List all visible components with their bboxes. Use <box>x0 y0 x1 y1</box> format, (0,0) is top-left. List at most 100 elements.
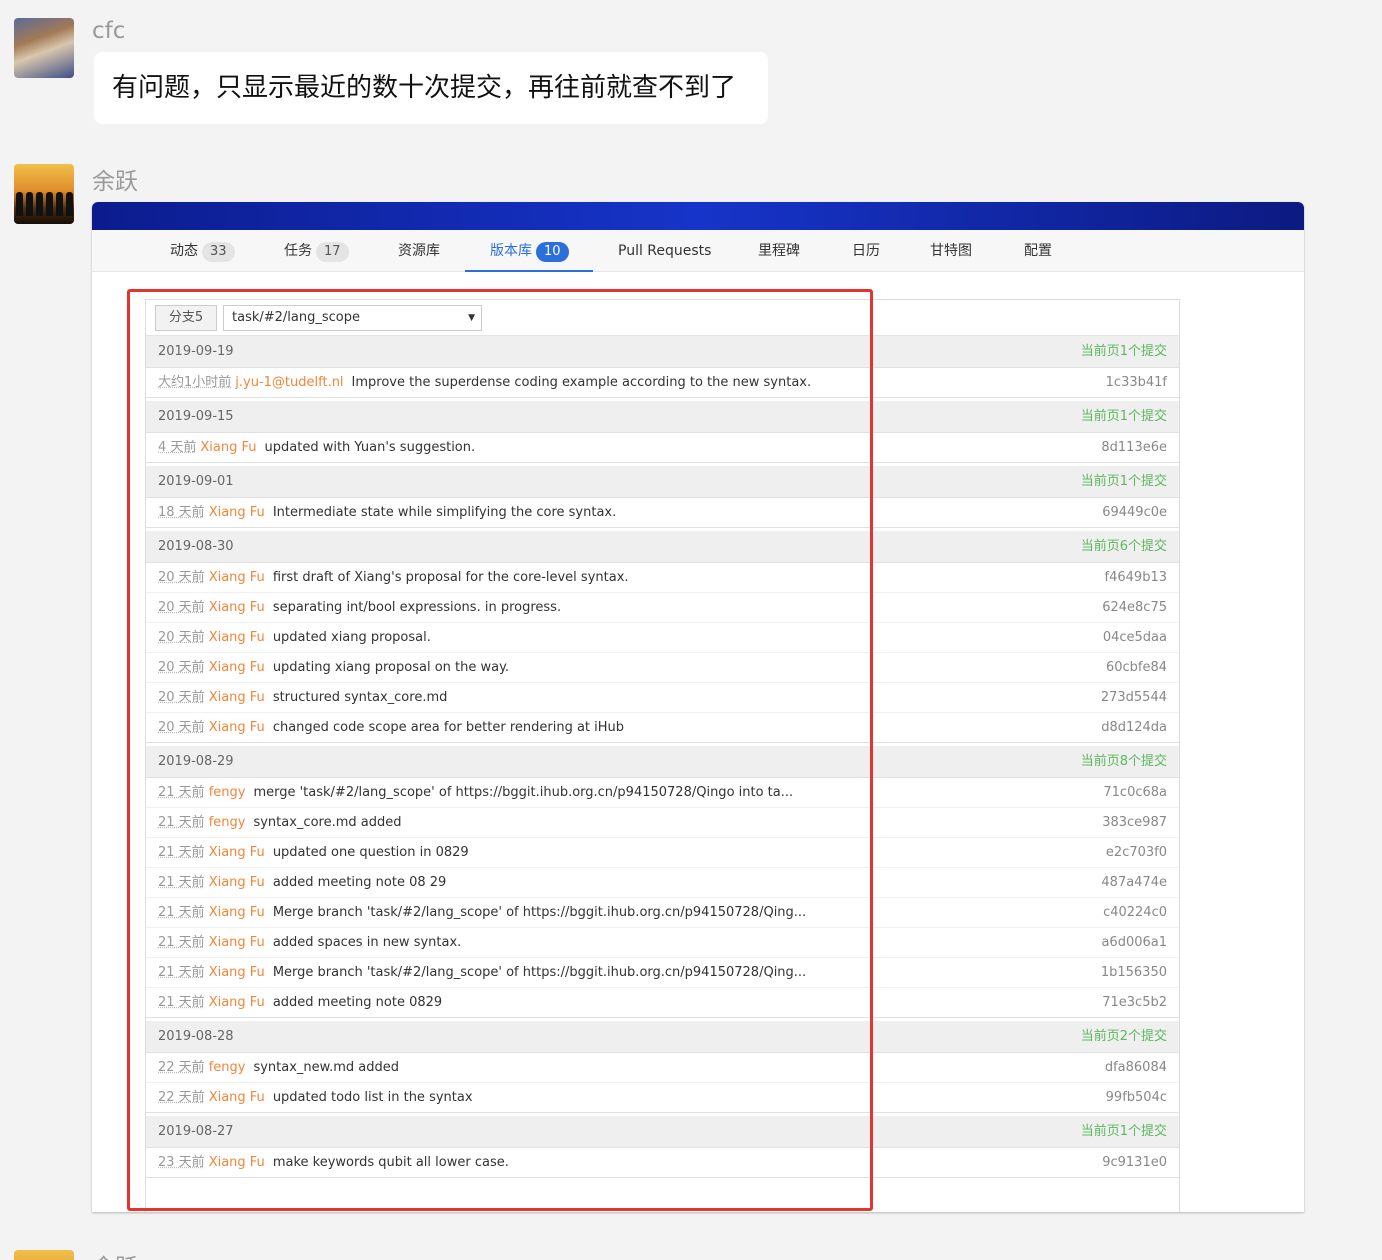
commit-author[interactable]: Xiang Fu <box>209 935 265 950</box>
commit-row[interactable]: 22 天前 Xiang Fu updated todo list in the sy… <box>146 1083 1179 1113</box>
commit-row[interactable]: 21 天前 Xiang Fu added meeting note 0829 71e3… <box>146 988 1179 1018</box>
commit-row[interactable]: 20 天前 Xiang Fu updating xiang proposal on … <box>146 653 1179 683</box>
commit-message[interactable]: changed code scope area for better rende… <box>273 720 624 735</box>
commit-time[interactable]: 22 天前 <box>158 1090 205 1105</box>
commit-row[interactable]: 22 天前 fengy syntax_new.md added dfa86084 <box>146 1053 1179 1083</box>
commit-author[interactable]: Xiang Fu <box>209 660 265 675</box>
tab-item[interactable]: Pull Requests <box>618 230 711 272</box>
commit-row[interactable]: 20 天前 Xiang Fu first draft of Xiang's prop… <box>146 563 1179 593</box>
avatar-cfc[interactable] <box>14 18 74 78</box>
commit-message[interactable]: Intermediate state while simplifying the… <box>273 505 616 520</box>
commit-row[interactable]: 18 天前 Xiang Fu Intermediate state while si… <box>146 498 1179 528</box>
commit-row[interactable]: 21 天前 Xiang Fu added spaces in new syntax.… <box>146 928 1179 958</box>
commit-message[interactable]: make keywords qubit all lower case. <box>273 1155 509 1170</box>
commit-time[interactable]: 21 天前 <box>158 785 205 800</box>
commit-hash[interactable]: e2c703f0 <box>1106 838 1167 868</box>
commit-hash[interactable]: 487a474e <box>1101 868 1167 898</box>
commit-message[interactable]: updated xiang proposal. <box>273 630 431 645</box>
commit-time[interactable]: 21 天前 <box>158 905 205 920</box>
commit-row[interactable]: 20 天前 Xiang Fu changed code scope area for… <box>146 713 1179 743</box>
commit-time[interactable]: 21 天前 <box>158 845 205 860</box>
commit-message[interactable]: added meeting note 0829 <box>273 995 442 1010</box>
branch-select[interactable]: task/#2/lang_scope ▼ <box>223 305 482 331</box>
commit-author[interactable]: Xiang Fu <box>209 720 265 735</box>
commit-hash[interactable]: 1c33b41f <box>1106 368 1167 398</box>
commit-hash[interactable]: 71e3c5b2 <box>1102 988 1167 1018</box>
commit-row[interactable]: 21 天前 Xiang Fu Merge branch 'task/#2/lang_… <box>146 898 1179 928</box>
commit-row[interactable]: 20 天前 Xiang Fu structured syntax_core.md 27… <box>146 683 1179 713</box>
tab-item[interactable]: 甘特图 <box>930 230 972 272</box>
commit-time[interactable]: 20 天前 <box>158 570 205 585</box>
commit-hash[interactable]: f4649b13 <box>1105 563 1167 593</box>
commit-hash[interactable]: 69449c0e <box>1102 498 1167 528</box>
commit-hash[interactable]: c40224c0 <box>1103 898 1167 928</box>
commit-time[interactable]: 21 天前 <box>158 995 205 1010</box>
commit-row[interactable]: 4 天前 Xiang Fu updated with Yuan's suggesti… <box>146 433 1179 463</box>
commit-hash[interactable]: 273d5544 <box>1101 683 1167 713</box>
commit-row[interactable]: 23 天前 Xiang Fu make keywords qubit all low… <box>146 1148 1179 1178</box>
commit-hash[interactable]: 624e8c75 <box>1102 593 1167 623</box>
commit-message[interactable]: updated one question in 0829 <box>273 845 469 860</box>
commit-hash[interactable]: 383ce987 <box>1102 808 1167 838</box>
commit-row[interactable]: 21 天前 Xiang Fu Merge branch 'task/#2/lang_… <box>146 958 1179 988</box>
commit-row[interactable]: 20 天前 Xiang Fu separating int/bool express… <box>146 593 1179 623</box>
commit-row[interactable]: 21 天前 Xiang Fu added meeting note 08 29 487… <box>146 868 1179 898</box>
commit-message[interactable]: merge 'task/#2/lang_scope' of https://bg… <box>253 785 793 800</box>
commit-time[interactable]: 18 天前 <box>158 505 205 520</box>
tab-item[interactable]: 资源库 <box>398 230 440 272</box>
commit-message[interactable]: syntax_new.md added <box>253 1060 399 1075</box>
commit-author[interactable]: Xiang Fu <box>209 995 265 1010</box>
commit-author[interactable]: fengy <box>209 1060 246 1075</box>
avatar-yuyue[interactable] <box>14 1250 74 1260</box>
commit-time[interactable]: 大约1小时前 <box>158 375 231 390</box>
avatar-yuyue[interactable] <box>14 164 74 224</box>
commit-row[interactable]: 21 天前 Xiang Fu updated one question in 082… <box>146 838 1179 868</box>
commit-hash[interactable]: d8d124da <box>1101 713 1167 743</box>
commit-time[interactable]: 20 天前 <box>158 690 205 705</box>
commit-author[interactable]: Xiang Fu <box>209 690 265 705</box>
commit-message[interactable]: updated todo list in the syntax <box>273 1090 473 1105</box>
commit-row[interactable]: 20 天前 Xiang Fu updated xiang proposal. 04ce… <box>146 623 1179 653</box>
commit-author[interactable]: Xiang Fu <box>209 1090 265 1105</box>
commit-hash[interactable]: 1b156350 <box>1101 958 1167 988</box>
commit-time[interactable]: 20 天前 <box>158 720 205 735</box>
tab-item[interactable]: 动态 33 <box>170 230 235 272</box>
commit-hash[interactable]: 99fb504c <box>1106 1083 1167 1113</box>
commit-hash[interactable]: a6d006a1 <box>1101 928 1167 958</box>
commit-time[interactable]: 22 天前 <box>158 1060 205 1075</box>
commit-time[interactable]: 20 天前 <box>158 600 205 615</box>
commit-hash[interactable]: 71c0c68a <box>1103 778 1167 808</box>
commit-author[interactable]: Xiang Fu <box>209 875 265 890</box>
commit-author[interactable]: Xiang Fu <box>209 965 265 980</box>
commit-hash[interactable]: dfa86084 <box>1105 1053 1167 1083</box>
commit-hash[interactable]: 8d113e6e <box>1101 433 1167 463</box>
commit-author[interactable]: Xiang Fu <box>209 505 265 520</box>
commit-time[interactable]: 4 天前 <box>158 440 196 455</box>
commit-message[interactable]: added spaces in new syntax. <box>273 935 461 950</box>
commit-author[interactable]: Xiang Fu <box>209 1155 265 1170</box>
commit-time[interactable]: 20 天前 <box>158 630 205 645</box>
commit-author[interactable]: Xiang Fu <box>209 630 265 645</box>
commit-time[interactable]: 23 天前 <box>158 1155 205 1170</box>
commit-message[interactable]: updated with Yuan's suggestion. <box>265 440 476 455</box>
commit-time[interactable]: 21 天前 <box>158 875 205 890</box>
commit-message[interactable]: first draft of Xiang's proposal for the … <box>273 570 629 585</box>
commit-row[interactable]: 大约1小时前 j.yu-1@tudelft.nl Improve the super… <box>146 368 1179 398</box>
commit-message[interactable]: syntax_core.md added <box>253 815 401 830</box>
screenshot-image[interactable]: 动态 33 任务 17 资源库 版本库 10 Pull Requests 里程碑 日历 甘特图 配置 … <box>92 202 1304 1212</box>
commit-author[interactable]: Xiang Fu <box>209 905 265 920</box>
branch-button[interactable]: 分支5 <box>155 305 217 331</box>
commit-author[interactable]: j.yu-1@tudelft.nl <box>235 375 343 390</box>
commit-message[interactable]: Merge branch 'task/#2/lang_scope' of htt… <box>273 965 806 980</box>
tab-item[interactable]: 版本库 10 <box>490 230 569 272</box>
message-bubble[interactable]: 有问题，只显示最近的数十次提交，再往前就查不到了 <box>94 52 768 124</box>
commit-hash[interactable]: 9c9131e0 <box>1102 1148 1167 1178</box>
commit-time[interactable]: 21 天前 <box>158 815 205 830</box>
commit-author[interactable]: Xiang Fu <box>209 570 265 585</box>
commit-message[interactable]: Improve the superdense coding example ac… <box>352 375 812 390</box>
commit-hash[interactable]: 60cbfe84 <box>1106 653 1167 683</box>
commit-author[interactable]: fengy <box>209 815 246 830</box>
commit-hash[interactable]: 04ce5daa <box>1103 623 1167 653</box>
commit-time[interactable]: 20 天前 <box>158 660 205 675</box>
commit-row[interactable]: 21 天前 fengy syntax_core.md added 383ce987 <box>146 808 1179 838</box>
